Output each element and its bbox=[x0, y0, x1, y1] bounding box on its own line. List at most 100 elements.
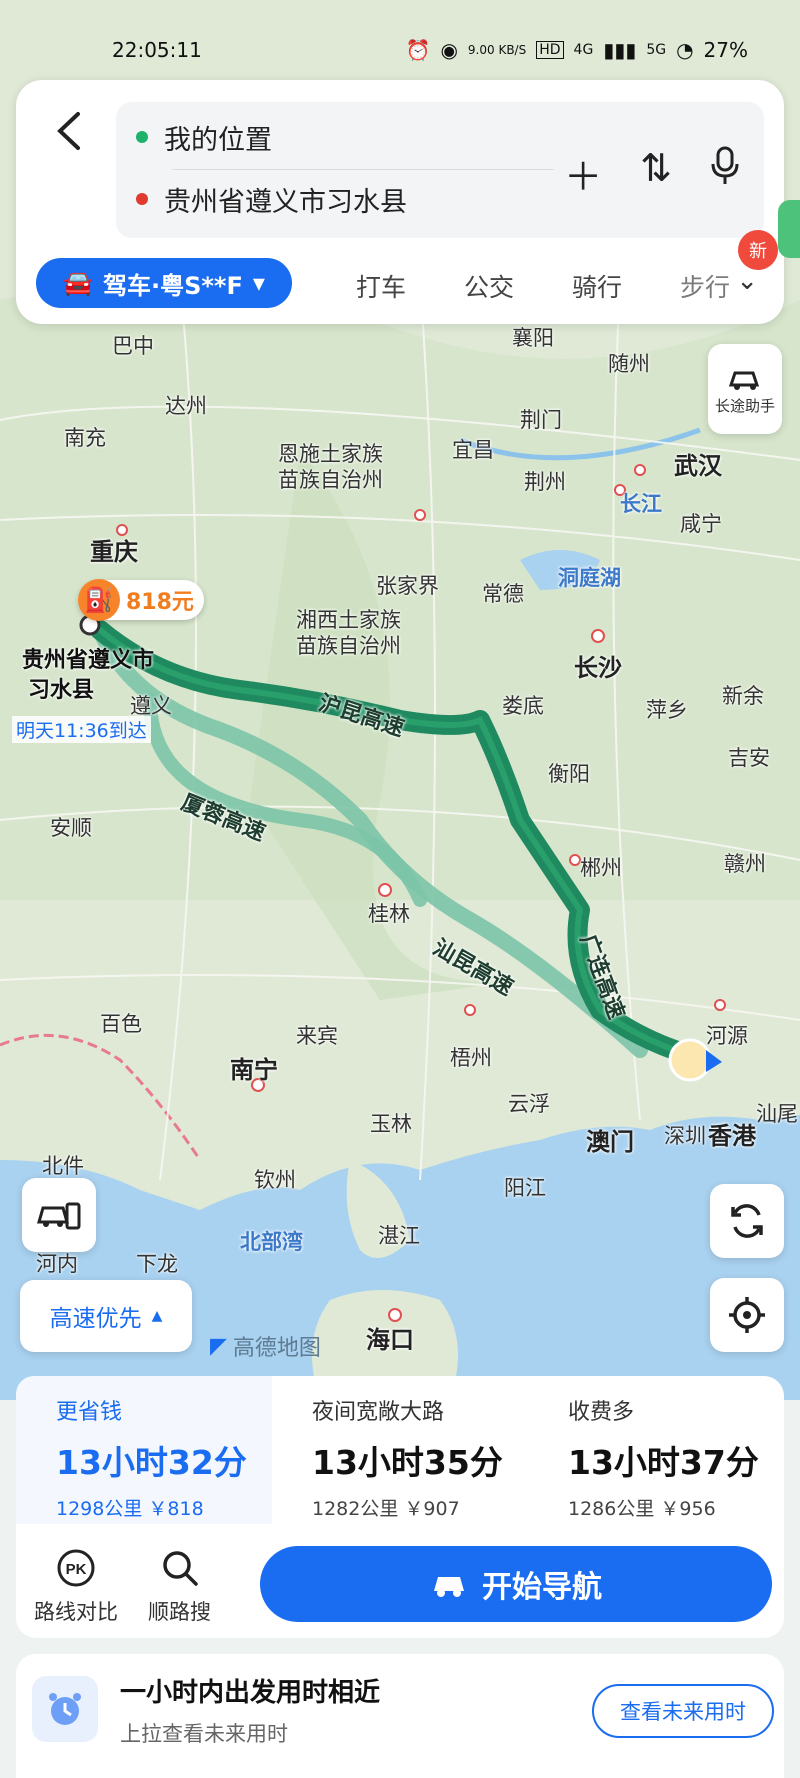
map-label-xiangyang: 襄阳 bbox=[512, 326, 554, 350]
map-label-xiangxi-2: 苗族自治州 bbox=[296, 634, 401, 658]
caret-up-icon: ▲ bbox=[151, 1308, 163, 1324]
map-label-loudi: 娄底 bbox=[502, 694, 544, 718]
route-preference-label: 高速优先 bbox=[49, 1306, 142, 1332]
route-search-card: 我的位置 贵州省遵义市习水县 ＋ ⇅ 🚘 驾车·粤S**F ▾ 打车 公交 骑行… bbox=[16, 80, 784, 324]
search-icon bbox=[160, 1548, 200, 1588]
departure-tip-card: 一小时内出发用时相近 上拉查看未来用时 查看未来用时 bbox=[16, 1654, 784, 1778]
map-label-chenzhou: 郴州 bbox=[580, 856, 622, 880]
map-label-wuzhou: 梧州 bbox=[450, 1046, 492, 1070]
gas-pump-icon: ⛽ bbox=[78, 579, 120, 621]
tab-drive[interactable]: 🚘 驾车·粤S**F ▾ bbox=[36, 258, 292, 308]
input-actions: ＋ ⇅ bbox=[564, 146, 740, 201]
destination-field[interactable]: 贵州省遵义市习水县 bbox=[136, 174, 407, 224]
route-compare-label: 路线对比 bbox=[34, 1600, 118, 1624]
route-distance: 1286公里 bbox=[568, 1498, 655, 1520]
travel-mode-tabs: 🚘 驾车·粤S**F ▾ 打车 公交 骑行 步行 ⌄ 新 bbox=[36, 230, 778, 308]
route-duration: 13小时37分 bbox=[568, 1443, 759, 1482]
car-phone-icon bbox=[37, 1202, 81, 1230]
route-preference-button[interactable]: 高速优先 ▲ bbox=[20, 1280, 192, 1352]
map-label-haikou: 海口 bbox=[366, 1326, 414, 1354]
route-tag: 收费多 bbox=[568, 1400, 635, 1425]
add-waypoint-icon[interactable]: ＋ bbox=[564, 146, 602, 201]
long-trip-helper-label: 长途助手 bbox=[714, 396, 775, 415]
map-label-yulin: 玉林 bbox=[370, 1112, 412, 1136]
microphone-icon[interactable] bbox=[710, 146, 740, 201]
route-duration: 13小时35分 bbox=[312, 1443, 503, 1482]
route-distance: 1282公里 bbox=[312, 1498, 399, 1520]
tab-taxi[interactable]: 打车 bbox=[356, 268, 406, 304]
net-speed: 9.00 KB/S bbox=[467, 43, 527, 57]
back-arrow-icon bbox=[57, 112, 80, 150]
map-label-qinzhou: 钦州 bbox=[254, 1168, 296, 1192]
map-label-enshi-2: 苗族自治州 bbox=[278, 468, 383, 492]
price-text: 818元 bbox=[126, 590, 194, 615]
map-label-bazhong: 巴中 bbox=[112, 334, 154, 358]
route-inputs: 我的位置 贵州省遵义市习水县 ＋ ⇅ bbox=[116, 102, 764, 238]
origin-field[interactable]: 我的位置 bbox=[136, 112, 272, 162]
map-label-changjiang: 长江 bbox=[620, 492, 662, 516]
view-future-time-button[interactable]: 查看未来用时 bbox=[592, 1684, 774, 1738]
map-label-yichang: 宜昌 bbox=[452, 438, 494, 462]
map-label-baise: 百色 bbox=[100, 1012, 142, 1036]
route-option-2[interactable]: 夜间宽敞大路 13小时35分 1282公里 ￥907 bbox=[312, 1394, 552, 1521]
tab-ride[interactable]: 骑行 bbox=[572, 268, 622, 304]
status-bar: 22:05:11 ⏰ ◉ 9.00 KB/S HD 4G ▮▮▮ 5G ◔ 27… bbox=[0, 38, 800, 68]
alarm-clock-icon bbox=[32, 1676, 98, 1742]
back-button[interactable] bbox=[44, 110, 94, 160]
tab-transit[interactable]: 公交 bbox=[464, 268, 514, 304]
route-cost: ￥956 bbox=[660, 1498, 716, 1520]
map-label-suizhou: 随州 bbox=[608, 352, 650, 376]
route-tag: 夜间宽敞大路 bbox=[312, 1400, 445, 1425]
map-provider-logo: ◤ 高德地图 bbox=[210, 1330, 321, 1362]
map-label-chongqing: 重庆 bbox=[90, 538, 138, 566]
route-option-1[interactable]: 更省钱 13小时32分 1298公里 ￥818 bbox=[16, 1376, 272, 1524]
route-cost: ￥818 bbox=[148, 1498, 204, 1520]
destination-dot-icon bbox=[136, 193, 148, 205]
status-time: 22:05:11 bbox=[112, 38, 202, 62]
map-label-xinyu: 新余 bbox=[722, 684, 764, 708]
tab-walk[interactable]: 步行 bbox=[680, 268, 730, 304]
swap-icon[interactable]: ⇅ bbox=[640, 146, 672, 201]
map-label-dazhou: 达州 bbox=[165, 394, 207, 418]
new-badge: 新 bbox=[738, 230, 778, 270]
search-along-label: 顺路搜 bbox=[148, 1600, 211, 1624]
battery-icon: ◔ bbox=[676, 38, 694, 62]
map-label-hengyang: 衡阳 bbox=[548, 762, 590, 786]
destination-text: 贵州省遵义市习水县 bbox=[164, 186, 407, 218]
map-label-yangjiang: 阳江 bbox=[504, 1176, 546, 1200]
signal-bars-icon: ▮▮▮ bbox=[603, 38, 637, 62]
route-compare-button[interactable]: PK 路线对比 bbox=[34, 1548, 118, 1626]
map-label-jingmen: 荆门 bbox=[520, 408, 562, 432]
vehicle-settings-button[interactable] bbox=[22, 1178, 96, 1252]
map-label-beibu: 北部湾 bbox=[240, 1230, 303, 1254]
map-label-hanoi: 河内 bbox=[36, 1252, 78, 1276]
map-label-dongting: 洞庭湖 bbox=[558, 566, 621, 590]
alarm-icon: ⏰ bbox=[405, 38, 431, 62]
long-trip-helper-button[interactable]: 长途助手 bbox=[708, 344, 782, 434]
route-cost: ￥907 bbox=[404, 1498, 460, 1520]
arrival-time: 明天11:36到达 bbox=[12, 716, 151, 743]
map-label-yunfu: 云浮 bbox=[508, 1092, 550, 1116]
map-label-anshun: 安顺 bbox=[50, 816, 92, 840]
route-option-3[interactable]: 收费多 13小时37分 1286公里 ￥956 bbox=[568, 1394, 800, 1521]
destination-price-pin[interactable]: ⛽ 818元 bbox=[78, 579, 204, 621]
search-along-button[interactable]: 顺路搜 bbox=[148, 1548, 211, 1626]
side-pull-tab[interactable] bbox=[778, 200, 800, 258]
map-label-zhangjiajie: 张家界 bbox=[376, 574, 439, 598]
map-label-hongkong: 香港 bbox=[708, 1122, 756, 1150]
car-icon bbox=[434, 1577, 464, 1597]
map-label-xialong: 下龙 bbox=[136, 1252, 178, 1276]
route-tag: 更省钱 bbox=[56, 1400, 123, 1425]
map-label-laibin: 来宾 bbox=[296, 1024, 338, 1048]
car-icon: 🚘 bbox=[63, 269, 93, 297]
bottom-panel: 更省钱 13小时32分 1298公里 ￥818 夜间宽敞大路 13小时35分 1… bbox=[0, 1376, 800, 1778]
amap-logo-icon: ◤ bbox=[210, 1333, 227, 1359]
locate-me-button[interactable] bbox=[710, 1278, 784, 1352]
start-navigation-button[interactable]: 开始导航 bbox=[260, 1546, 772, 1622]
map-provider-text: 高德地图 bbox=[232, 1336, 321, 1361]
refresh-button[interactable] bbox=[710, 1184, 784, 1258]
signal-4g: 4G bbox=[573, 42, 594, 58]
map-label-guilin: 桂林 bbox=[368, 902, 410, 926]
map-label-shanwei: 汕尾 bbox=[756, 1102, 798, 1126]
more-modes-chevron-icon[interactable]: ⌄ bbox=[736, 266, 758, 296]
